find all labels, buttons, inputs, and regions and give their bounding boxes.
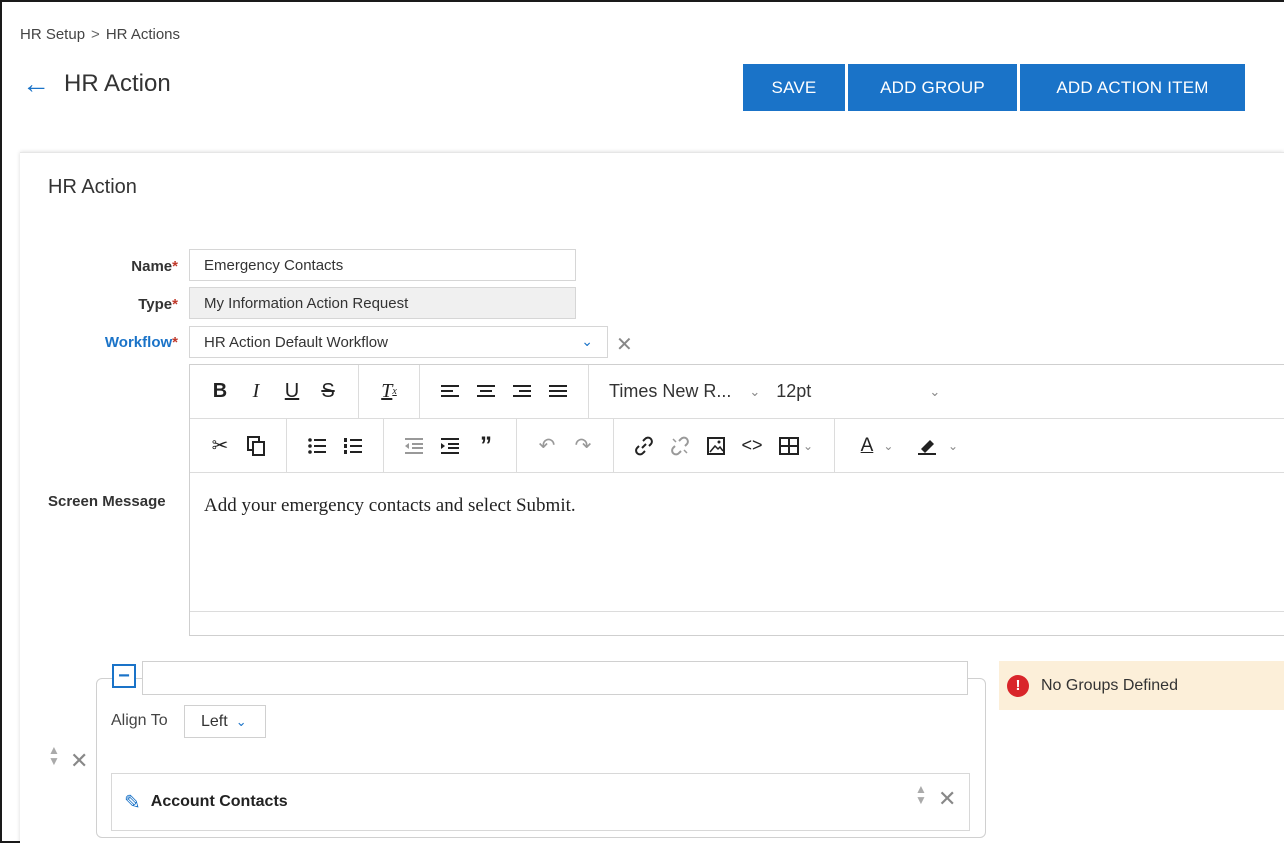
toolbar-group-align [420, 364, 589, 419]
font-color-icon[interactable]: A ⌄ [847, 428, 907, 464]
italic-icon[interactable]: I [238, 374, 274, 410]
group-name-input[interactable] [142, 661, 968, 695]
highlight-icon[interactable]: ⌄ [907, 428, 967, 464]
add-group-button[interactable]: ADD GROUP [848, 64, 1017, 111]
type-label-text: Type [138, 296, 173, 313]
remove-item-icon[interactable]: ✕ [938, 786, 956, 812]
indent-icon[interactable] [432, 428, 468, 464]
editor-status-bar [190, 611, 1284, 635]
name-field[interactable]: Emergency Contacts [189, 249, 576, 281]
add-action-item-button[interactable]: ADD ACTION ITEM [1020, 64, 1245, 111]
chevron-down-icon: ⌄ [929, 383, 941, 399]
workflow-label[interactable]: Workflow* [105, 334, 178, 351]
breadcrumb: HR Setup > HR Actions [20, 26, 180, 43]
toolbar-group-history: ↶ ↷ [517, 418, 614, 473]
remove-group-icon[interactable]: ✕ [70, 748, 88, 774]
underline-icon[interactable]: U [274, 374, 310, 410]
chevron-down-icon: ⌄ [749, 383, 761, 399]
name-field-value: Emergency Contacts [204, 256, 344, 274]
toolbar-group-font: Times New R... ⌄ 12pt ⌄ [589, 365, 960, 419]
chevron-down-icon: ⌄ [581, 333, 593, 349]
toolbar-group-insert: <> ⌄ [614, 418, 835, 473]
bullet-list-icon[interactable] [299, 428, 335, 464]
breadcrumb-separator: > [91, 26, 100, 43]
clear-format-icon[interactable]: Tx [371, 374, 407, 410]
breadcrumb-item-hr-setup[interactable]: HR Setup [20, 26, 85, 43]
rich-text-editor: B I U S Tx Times New R... ⌄ 12pt ⌄ ✂ ” ↶… [189, 364, 1284, 636]
required-marker: * [172, 334, 178, 351]
no-groups-alert: ! No Groups Defined [999, 661, 1284, 710]
type-field-value: My Information Action Request [204, 294, 409, 312]
chevron-down-icon: ⌄ [235, 713, 247, 729]
unlink-icon[interactable] [662, 428, 698, 464]
toolbar-group-clipboard: ✂ [190, 418, 287, 473]
align-center-icon[interactable] [468, 374, 504, 410]
reorder-icon[interactable]: ▲ ▼ [915, 783, 927, 806]
required-marker: * [172, 258, 178, 275]
workflow-select-value: HR Action Default Workflow [204, 333, 388, 351]
copy-icon[interactable] [238, 428, 274, 464]
bold-icon[interactable]: B [202, 374, 238, 410]
align-left-icon[interactable] [432, 374, 468, 410]
editor-content[interactable]: Add your emergency contacts and select S… [204, 495, 576, 517]
outdent-icon[interactable] [396, 428, 432, 464]
blockquote-icon[interactable]: ” [468, 428, 504, 464]
table-icon[interactable]: ⌄ [770, 428, 822, 464]
breadcrumb-item-hr-actions[interactable]: HR Actions [106, 26, 180, 43]
align-justify-icon[interactable] [540, 374, 576, 410]
font-family-select[interactable]: Times New R... ⌄ [601, 381, 768, 402]
cut-icon[interactable]: ✂ [202, 428, 238, 464]
align-right-icon[interactable] [504, 374, 540, 410]
reorder-icon[interactable]: ▲ ▼ [48, 744, 60, 767]
editor-toolbar-row-1: B I U S Tx Times New R... ⌄ 12pt ⌄ [190, 364, 1284, 419]
editor-toolbar-row-2: ✂ ” ↶ ↷ <> ⌄ A ⌄ ⌄ [190, 418, 1284, 473]
edit-pencil-icon[interactable]: ✎ [124, 790, 141, 815]
screen-message-label: Screen Message [48, 493, 166, 510]
name-label-text: Name [131, 258, 173, 275]
link-icon[interactable] [626, 428, 662, 464]
clear-workflow-icon[interactable]: ✕ [616, 332, 633, 357]
error-icon: ! [1007, 674, 1029, 697]
workflow-select[interactable]: HR Action Default Workflow ⌄ [189, 326, 608, 358]
title-row: ← HR Action [22, 70, 171, 98]
type-field: My Information Action Request [189, 287, 576, 319]
required-marker: * [172, 296, 178, 313]
save-button[interactable]: SAVE [743, 64, 845, 111]
alert-text: No Groups Defined [1041, 676, 1178, 694]
toolbar-group-colors: A ⌄ ⌄ [835, 419, 979, 473]
action-item-label: Account Contacts [150, 793, 288, 810]
page-title: HR Action [64, 70, 171, 97]
toolbar-group-text-style: B I U S [190, 364, 359, 419]
strikethrough-icon[interactable]: S [310, 374, 346, 410]
toolbar-group-lists [287, 418, 384, 473]
code-icon[interactable]: <> [734, 428, 770, 464]
image-icon[interactable] [698, 428, 734, 464]
redo-icon[interactable]: ↷ [565, 428, 601, 464]
align-to-value: Left [201, 712, 228, 730]
toolbar-group-indent: ” [384, 418, 517, 473]
align-to-label: Align To [111, 712, 168, 729]
toolbar-group-clear: Tx [359, 364, 420, 419]
card-title: HR Action [48, 176, 137, 198]
type-label: Type* [138, 296, 178, 313]
back-arrow-icon[interactable]: ← [22, 70, 50, 98]
name-label: Name* [131, 258, 178, 275]
collapse-icon[interactable]: − [112, 664, 136, 688]
action-item: ✎ Account Contacts [111, 773, 970, 831]
numbered-list-icon[interactable] [335, 428, 371, 464]
undo-icon[interactable]: ↶ [529, 428, 565, 464]
font-family-value: Times New R... [609, 381, 732, 401]
font-size-value: 12pt [776, 381, 812, 401]
align-to-select[interactable]: Left ⌄ [184, 705, 266, 738]
workflow-label-text: Workflow [104, 334, 173, 351]
font-size-select[interactable]: 12pt ⌄ [768, 381, 948, 402]
